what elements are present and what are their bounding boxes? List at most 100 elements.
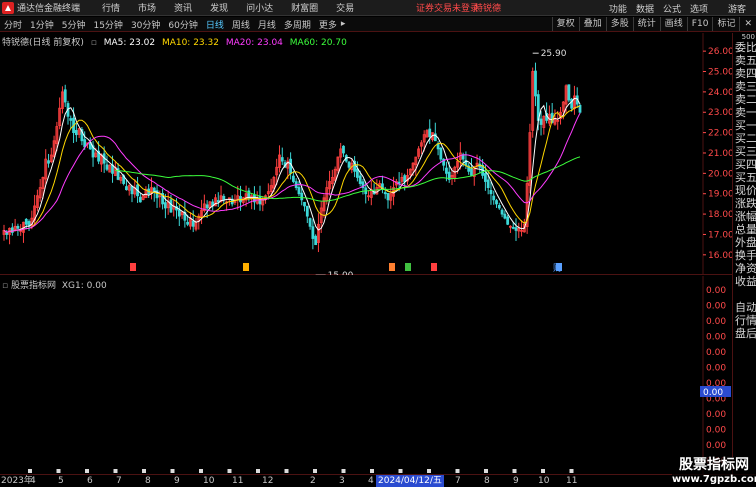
time-axis-label: 9: [513, 476, 519, 486]
candle-body: [216, 200, 220, 203]
period-weekly[interactable]: 周线: [228, 18, 254, 31]
candle-body: [125, 186, 128, 191]
indicator-cursor-value: 0.00: [703, 388, 723, 398]
stats-button[interactable]: 统计: [632, 17, 660, 31]
indicator-tick-label: 0.00: [706, 333, 726, 343]
event-marker: [243, 263, 249, 271]
quote-row: 买五: [735, 171, 756, 184]
y-tick-label: 25.00: [708, 68, 732, 78]
candle-body: [445, 167, 448, 174]
mark-button[interactable]: 标记: [712, 17, 739, 31]
candle-body: [69, 118, 73, 121]
period-more[interactable]: 更多: [315, 18, 341, 31]
period-daily[interactable]: 日线: [202, 18, 228, 31]
quote-row: [733, 431, 756, 444]
candle-body: [280, 157, 284, 162]
login-alert[interactable]: 证券交易未登录: [416, 1, 479, 14]
menu-item-discover[interactable]: 发现: [210, 1, 228, 14]
quote-row: 买一: [735, 119, 756, 132]
candle-body: [428, 128, 432, 138]
indicator-dot: [28, 469, 32, 473]
menu-function[interactable]: 功能: [609, 2, 627, 15]
candle-body: [489, 189, 493, 195]
candle-body: [486, 179, 490, 189]
candle-body: [511, 226, 515, 229]
candle-body: [308, 218, 312, 227]
menu-item-ask[interactable]: 问小达: [246, 1, 273, 14]
period-30min[interactable]: 30分钟: [127, 18, 164, 31]
event-marker: [130, 263, 136, 271]
candle-body: [5, 232, 9, 235]
quote-row: 换手: [735, 249, 756, 262]
indicator-tick-label: 0.00: [706, 441, 726, 451]
y-tick-label: 16.00: [708, 251, 732, 261]
ma20-label: MA20: 23.04: [225, 38, 283, 48]
menu-data[interactable]: 数据: [636, 2, 654, 15]
candle-body: [83, 139, 87, 148]
quote-row: 买二: [735, 132, 756, 145]
ma5-label: MA5: 23.02: [103, 38, 156, 48]
candle-body: [355, 168, 359, 178]
quote-row: 外盘: [735, 236, 756, 249]
event-marker: [389, 263, 395, 271]
candle-body: [495, 200, 498, 205]
candle-body: [567, 84, 571, 101]
time-axis[interactable]: 2023年456789101112234567891011 2024/04/12…: [0, 474, 756, 487]
period-15min[interactable]: 15分钟: [89, 18, 126, 31]
quote-row: 卖五: [735, 54, 756, 67]
period-60min[interactable]: 60分钟: [164, 18, 201, 31]
adjust-button[interactable]: 复权: [551, 17, 579, 31]
draw-button[interactable]: 画线: [659, 17, 687, 31]
quote-panel-top: 500: [741, 33, 755, 41]
candle-body: [130, 185, 134, 195]
quote-row: [733, 353, 756, 366]
menu-right: 功能 数据 公式 选项 游客: [600, 0, 756, 16]
menu-item-wealth[interactable]: 财富圈: [291, 1, 318, 14]
candle-body: [314, 235, 318, 246]
quote-row: [733, 392, 756, 405]
indicator-tick-label: 0.00: [706, 410, 726, 420]
menu-options[interactable]: 选项: [690, 2, 708, 15]
close-icon[interactable]: ✕: [739, 17, 756, 31]
more-chevron-icon[interactable]: ▸: [341, 19, 346, 29]
multi-stock-button[interactable]: 多股: [605, 17, 633, 31]
quote-row: 盘后: [735, 327, 756, 340]
candle-body: [105, 164, 109, 170]
candle-body: [16, 225, 20, 229]
period-multi[interactable]: 多周期: [280, 18, 315, 31]
period-intraday[interactable]: 分时: [0, 18, 26, 31]
candle-body: [300, 192, 304, 201]
alert-stock-name[interactable]: 特锐德: [474, 1, 501, 14]
y-tick-label: 17.00: [708, 230, 732, 240]
quote-row: 买三: [735, 145, 756, 158]
menu-formula[interactable]: 公式: [663, 2, 681, 15]
period-monthly[interactable]: 月线: [254, 18, 280, 31]
candle-body: [191, 220, 195, 227]
indicator-name: 股票指标网: [10, 281, 56, 291]
time-axis-label: 8: [145, 476, 151, 486]
period-1min[interactable]: 1分钟: [26, 18, 58, 31]
overlay-button[interactable]: 叠加: [578, 17, 606, 31]
menu-item-trade[interactable]: 交易: [336, 1, 354, 14]
f10-button[interactable]: F10: [686, 17, 713, 31]
time-axis-label: 3: [339, 476, 345, 486]
window-icon[interactable]: ▫: [91, 38, 97, 48]
menu-item-quotes[interactable]: 行情: [102, 1, 120, 14]
y-tick-label: 21.00: [708, 149, 732, 159]
ma10-label: MA10: 23.32: [161, 38, 219, 48]
candle-body: [222, 195, 226, 201]
indicator-window-icon[interactable]: ▫: [2, 281, 8, 291]
event-marker-label: 财: [553, 262, 562, 274]
candlestick-chart[interactable]: 26.00 25.00 24.00 23.00 22.00 21.00 20.00 19.00…: [0, 33, 732, 275]
candle-body: [534, 70, 537, 97]
menu-item-market[interactable]: 市场: [138, 1, 156, 14]
candle-body: [342, 145, 345, 154]
indicator-tick-label: 0.00: [706, 364, 726, 374]
y-tick-label: 19.00: [708, 190, 732, 200]
candle-body: [492, 195, 496, 201]
menu-item-news[interactable]: 资讯: [174, 1, 192, 14]
menu-guest[interactable]: 游客: [728, 2, 746, 15]
period-5min[interactable]: 5分钟: [58, 18, 90, 31]
indicator-chart[interactable]: 0.00 0.00 0.00 0.00 0.00 0.00 0.00 0.00 0.00 0.00…: [0, 276, 732, 474]
quote-row: 卖一: [735, 106, 756, 119]
